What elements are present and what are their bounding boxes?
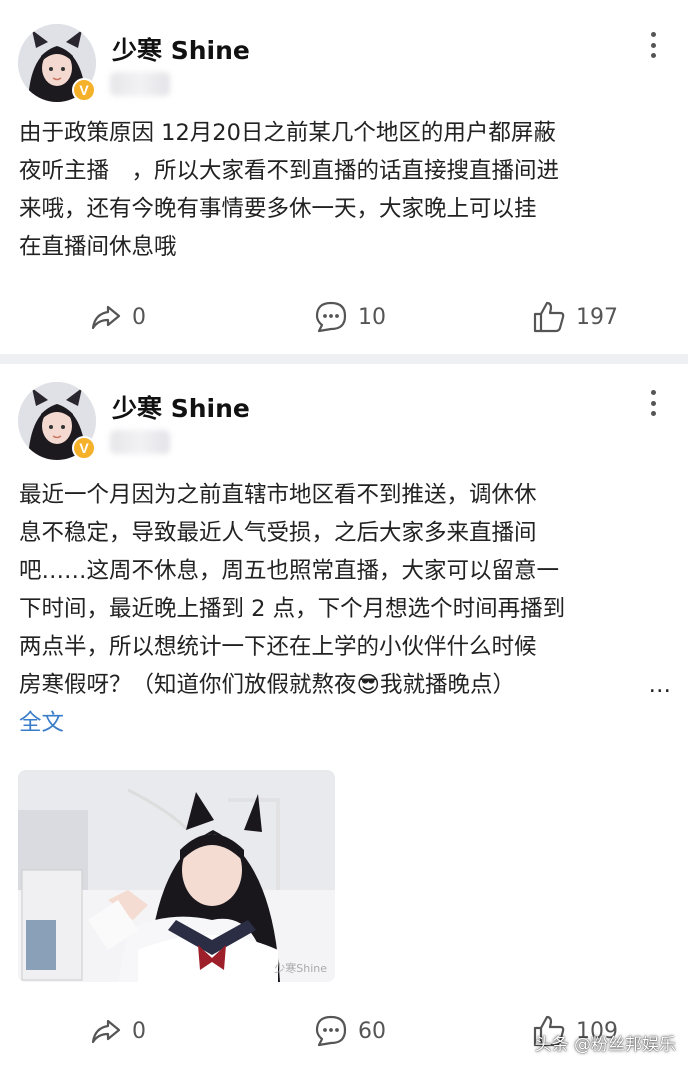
post-text-line: 两点半，所以想统计一下还在上学的小伙伴什么时候	[19, 634, 537, 660]
like-button[interactable]: 197	[532, 297, 618, 337]
post-text-line: 吧……这周不休息，周五也照常直播，大家可以留意一	[19, 558, 560, 584]
share-button[interactable]: 0	[90, 297, 146, 337]
post-text-line: 在直播间休息哦	[19, 234, 177, 260]
post-card[interactable]: V 少寒 Shine 最近一个月因为之前直辖市地区看不到推送，调休休 息不稳定，…	[0, 364, 688, 1073]
action-bar: 0 10 197	[0, 297, 688, 337]
post-meta-blurred	[110, 72, 170, 96]
post-text-line-last: 房寒假呀？（知道你们放假就熬夜😎我就播晚点） …	[19, 666, 671, 704]
post-photo	[18, 770, 335, 982]
post-text-line: 下时间，最近晚上播到 2 点，下个月想选个时间再播到	[19, 596, 566, 622]
share-icon	[91, 1019, 121, 1044]
post-card[interactable]: V 少寒 Shine 由于政策原因 12月20日之前某几个地区的用户都屏蔽 夜听…	[0, 0, 688, 354]
post-text-line: 息不稳定，导致最近人气受损，之后大家多来直播间	[19, 520, 537, 546]
share-count: 0	[132, 1018, 146, 1044]
post-text-line: 来哦，还有今晚有事情要多休一天，大家晚上可以挂	[19, 196, 537, 222]
comment-button[interactable]: 10	[314, 297, 386, 337]
full-text-link[interactable]: 全文	[19, 704, 671, 742]
comment-icon	[315, 301, 347, 333]
post-text-line: 最近一个月因为之前直辖市地区看不到推送，调休休	[19, 482, 537, 508]
post-text-line: 房寒假呀？（知道你们放假就熬夜😎我就播晚点）	[19, 672, 515, 698]
post-text-line: 夜听主播 ，所以大家看不到直播的话直接搜直播间进	[19, 158, 560, 184]
post-meta-blurred	[110, 430, 170, 454]
author-name[interactable]: 少寒 Shine	[112, 31, 250, 67]
post-text-line: 由于政策原因 12月20日之前某几个地区的用户都屏蔽	[19, 120, 556, 146]
share-count: 0	[132, 304, 146, 330]
share-icon	[91, 305, 121, 330]
verified-badge: V	[72, 78, 96, 102]
comment-button[interactable]: 60	[314, 1011, 386, 1051]
weibo-feed: V 少寒 Shine 由于政策原因 12月20日之前某几个地区的用户都屏蔽 夜听…	[0, 0, 688, 1073]
comment-count: 60	[358, 1018, 386, 1044]
verified-badge: V	[72, 436, 96, 460]
more-vertical-icon[interactable]	[644, 386, 662, 420]
image-watermark: 少寒Shine	[274, 962, 327, 975]
post-text: 最近一个月因为之前直辖市地区看不到推送，调休休 息不稳定，导致最近人气受损，之后…	[19, 476, 671, 742]
ellipsis: …	[648, 672, 672, 698]
comment-icon	[315, 1015, 347, 1047]
post-text: 由于政策原因 12月20日之前某几个地区的用户都屏蔽 夜听主播 ，所以大家看不到…	[19, 114, 671, 266]
comment-count: 10	[358, 304, 386, 330]
page-watermark: 头条 @粉丝邦娱乐	[534, 1035, 676, 1055]
more-vertical-icon[interactable]	[644, 28, 662, 62]
like-count: 197	[576, 304, 618, 330]
author-name[interactable]: 少寒 Shine	[112, 389, 250, 425]
thumbs-up-icon	[533, 301, 565, 333]
post-divider	[0, 354, 688, 364]
post-image[interactable]: 少寒Shine	[18, 770, 335, 982]
share-button[interactable]: 0	[90, 1011, 146, 1051]
